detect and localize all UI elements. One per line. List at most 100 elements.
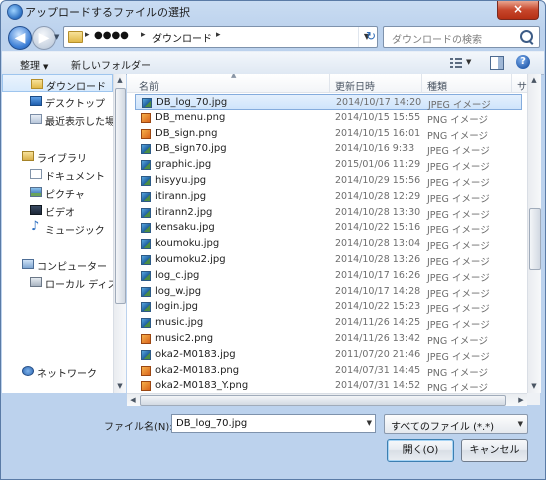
browser-icon [7, 4, 23, 20]
filetype-select[interactable]: すべてのファイル (*.*) ▼ [384, 414, 528, 434]
column-header-name[interactable]: 名前 [139, 78, 159, 93]
chevron-down-icon[interactable]: ▼ [367, 419, 372, 427]
close-button[interactable]: × [497, 1, 539, 20]
file-row[interactable]: DB_menu.png 2014/10/15 15:55 PNG イメージ [135, 110, 522, 126]
column-header-date[interactable]: 更新日時 [335, 78, 375, 93]
file-list-horizontal-scrollbar[interactable]: ◀ ▶ [127, 393, 527, 406]
recent-locations-dropdown[interactable]: ▼ [54, 32, 62, 42]
address-separator[interactable]: ▸ [141, 30, 146, 40]
nav-item-recent-places[interactable]: 最近表示した場所 [2, 110, 113, 128]
nav-item-network[interactable]: ネットワーク [2, 362, 113, 380]
nav-item-local-disk[interactable]: ローカル ディスク [2, 273, 113, 291]
nav-item-label: ピクチャ [45, 190, 85, 201]
nav-item-label: ビデオ [45, 208, 75, 219]
file-row[interactable]: graphic.jpg 2015/01/06 11:29 JPEG イメージ [135, 157, 522, 173]
file-name: hisyyu.jpg [155, 175, 207, 186]
nav-item-pictures[interactable]: ピクチャ [2, 183, 113, 201]
column-header-size[interactable]: サ [517, 78, 527, 93]
view-options-icon[interactable] [450, 57, 462, 68]
file-name: graphic.jpg [155, 159, 212, 171]
scroll-up-icon[interactable]: ▲ [114, 74, 126, 87]
address-segment-user[interactable]: ●●●● [94, 30, 129, 41]
file-name: itirann.jpg [155, 190, 207, 202]
scroll-thumb[interactable] [140, 395, 506, 406]
open-button[interactable]: 開く(O) [387, 439, 454, 462]
file-row[interactable]: DB_sign70.jpg 2014/10/16 9:33 JPEG イメージ [135, 141, 522, 157]
nav-item-videos[interactable]: ビデオ [2, 201, 113, 219]
chevron-down-icon[interactable]: ▼ [518, 420, 523, 428]
file-row[interactable]: itirann2.jpg 2014/10/28 13:30 JPEG イメージ [135, 205, 522, 221]
view-dropdown-icon[interactable]: ▼ [466, 58, 471, 66]
nav-item-downloads[interactable]: ダウンロード [2, 74, 113, 93]
file-modified-date: 2014/07/31 14:45 [335, 364, 421, 376]
file-modified-date: 2014/10/22 15:16 [335, 222, 421, 234]
file-row[interactable]: oka2-M0183.jpg 2011/07/20 21:46 JPEG イメージ [135, 347, 522, 363]
scroll-down-icon[interactable]: ▼ [528, 380, 540, 393]
file-row[interactable]: login.jpg 2014/10/22 15:23 JPEG イメージ [135, 299, 522, 315]
nav-item-computer[interactable]: コンピューター [2, 255, 113, 273]
cancel-button[interactable]: キャンセル [461, 439, 528, 462]
scroll-left-icon[interactable]: ◀ [127, 394, 139, 406]
nav-item-desktop[interactable]: デスクトップ [2, 92, 113, 110]
address-separator[interactable]: ▸ [85, 30, 90, 40]
file-name: music2.png [155, 333, 214, 344]
new-folder-button[interactable]: 新しいフォルダー [71, 57, 151, 72]
filename-input[interactable]: DB_log_70.jpg ▼ [171, 414, 376, 433]
search-input[interactable]: ダウンロードの検索 [383, 26, 540, 48]
forward-button[interactable]: ▶ [32, 26, 56, 50]
file-row[interactable]: oka2-M0183.png 2014/07/31 14:45 PNG イメージ [135, 363, 522, 379]
file-row[interactable]: hisyyu.jpg 2014/10/29 15:56 JPEG イメージ [135, 173, 522, 189]
file-row[interactable]: music.jpg 2014/11/26 14:25 JPEG イメージ [135, 315, 522, 331]
column-divider[interactable] [329, 74, 330, 92]
file-row[interactable]: koumoku.jpg 2014/10/28 13:04 JPEG イメージ [135, 236, 522, 252]
scroll-up-icon[interactable]: ▲ [528, 74, 540, 87]
nav-item-music[interactable]: ミュージック [2, 219, 113, 237]
refresh-button[interactable]: ↻ [363, 27, 379, 45]
file-row[interactable]: log_c.jpg 2014/10/17 16:26 JPEG イメージ [135, 268, 522, 284]
title-bar[interactable]: アップロードするファイルの選択 × [1, 1, 545, 21]
column-header-type[interactable]: 種類 [427, 78, 447, 93]
download-folder-icon [31, 79, 43, 89]
jpeg-file-icon [141, 255, 151, 265]
column-divider[interactable] [511, 74, 512, 92]
column-divider[interactable] [421, 74, 422, 92]
filetype-value: すべてのファイル (*.*) [391, 422, 495, 433]
nav-item-library[interactable]: ライブラリ [2, 147, 113, 165]
address-segment-downloads[interactable]: ダウンロード [152, 30, 212, 45]
file-row[interactable]: koumoku2.jpg 2014/10/28 13:26 JPEG イメージ [135, 252, 522, 268]
file-list-vertical-scrollbar[interactable]: ▲ ▼ [527, 74, 541, 393]
file-modified-date: 2014/11/26 13:42 [335, 333, 421, 344]
file-name: DB_sign.png [155, 127, 218, 139]
nav-scrollbar[interactable]: ▲ ▼ [113, 74, 126, 393]
file-name: kensaku.jpg [155, 222, 215, 234]
file-name: DB_menu.png [155, 111, 226, 123]
file-type: PNG イメージ [427, 383, 489, 393]
file-row[interactable]: log_w.jpg 2014/10/17 14:28 JPEG イメージ [135, 284, 522, 300]
file-type: JPEG イメージ [427, 193, 490, 205]
file-name: DB_sign70.jpg [155, 143, 227, 155]
help-icon[interactable]: ? [516, 55, 530, 69]
filename-value[interactable]: DB_log_70.jpg [176, 418, 247, 429]
nav-item-label: 最近表示した場所 [45, 117, 114, 128]
file-row[interactable]: DB_sign.png 2014/10/15 16:01 PNG イメージ [135, 126, 522, 142]
address-separator[interactable]: ▸ [216, 30, 221, 40]
address-bar[interactable]: ▸ ●●●● ▸ ダウンロード ▸ ▼ [63, 26, 378, 48]
scrollbar-corner [527, 393, 540, 405]
organize-button[interactable]: 整理 ▼ [20, 57, 48, 72]
file-type: JPEG イメージ [427, 320, 490, 332]
scroll-thumb[interactable] [529, 208, 541, 270]
scroll-down-icon[interactable]: ▼ [114, 380, 126, 393]
nav-item-documents[interactable]: ドキュメント [2, 165, 113, 183]
file-row[interactable]: itirann.jpg 2014/10/28 12:29 JPEG イメージ [135, 189, 522, 205]
scroll-right-icon[interactable]: ▶ [515, 394, 527, 406]
file-type: JPEG イメージ [427, 241, 490, 253]
search-icon[interactable] [520, 30, 533, 43]
file-row[interactable]: music2.png 2014/11/26 13:42 PNG イメージ [135, 331, 522, 347]
file-type: PNG イメージ [427, 114, 489, 126]
back-button[interactable]: ◀ [8, 26, 32, 50]
scroll-thumb[interactable] [115, 88, 126, 304]
file-row[interactable]: kensaku.jpg 2014/10/22 15:16 JPEG イメージ [135, 220, 522, 236]
preview-pane-icon[interactable] [490, 56, 504, 70]
file-row[interactable]: DB_log_70.jpg 2014/10/17 14:20 JPEG イメージ [135, 94, 522, 111]
file-row[interactable]: oka2-M0183_Y.png 2014/07/31 14:52 PNG イメージ [135, 378, 522, 393]
